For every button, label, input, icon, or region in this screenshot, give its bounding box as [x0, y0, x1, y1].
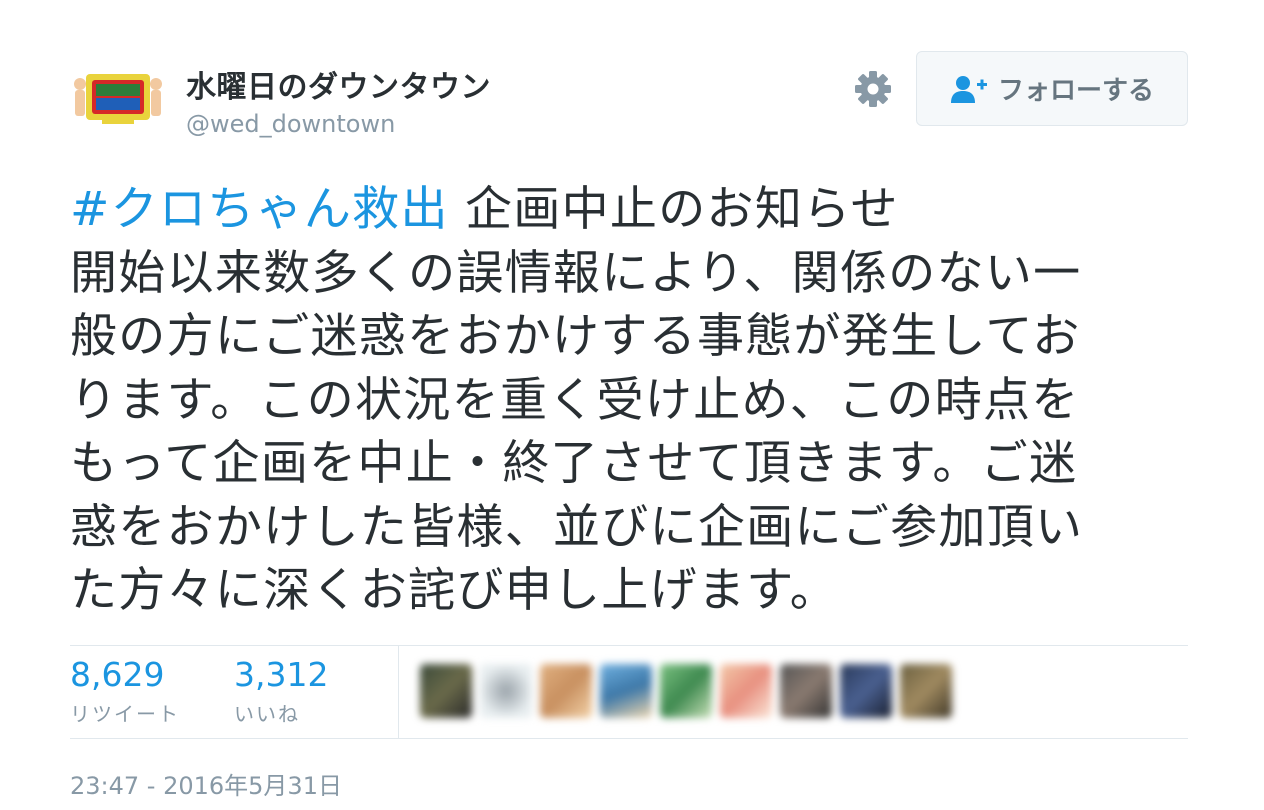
- tweet-line-6: 惑をおかけした皆様、並びに企画にご参加頂い: [70, 499, 1084, 555]
- stats-bottom-divider: [70, 738, 1188, 739]
- tweet-line-1-text: 企画中止のお知らせ: [448, 182, 899, 237]
- liker-avatar[interactable]: [720, 664, 772, 718]
- author-display-name[interactable]: 水曜日のダウンタウン: [186, 62, 491, 106]
- author-handle[interactable]: @wed_downtown: [186, 110, 395, 138]
- retweet-count: 8,629: [70, 655, 165, 694]
- tweet-line-7: た方々に深くお詫び申し上げます。: [70, 563, 839, 618]
- liker-avatar[interactable]: [840, 664, 892, 718]
- liker-avatar[interactable]: [660, 664, 712, 718]
- retweet-label: リツイート: [70, 702, 180, 726]
- gear-icon[interactable]: [852, 68, 894, 110]
- author-avatar[interactable]: [72, 66, 164, 128]
- add-user-icon: [950, 75, 987, 103]
- stats-top-divider: [70, 645, 1188, 646]
- like-stat[interactable]: 3,312 いいね: [234, 656, 328, 727]
- liker-avatar[interactable]: [600, 664, 652, 718]
- tweet-text: #クロちゃん救出 企画中止のお知らせ 開始以来数多くの誤情報により、関係のない一…: [70, 178, 1188, 623]
- follow-button-label: フォローする: [997, 76, 1154, 106]
- retweet-stat[interactable]: 8,629 リツイート: [70, 656, 180, 727]
- tweet-line-1: #クロちゃん救出 企画中止のお知らせ: [70, 178, 1188, 242]
- liker-avatar[interactable]: [900, 664, 952, 718]
- liker-avatar[interactable]: [420, 664, 472, 718]
- tweet-line-3: 般の方にご迷惑をおかけする事態が発生してお: [70, 309, 1081, 364]
- tweet-timestamp[interactable]: 23:47 - 2016年5月31日: [70, 766, 342, 801]
- stats-vertical-divider: [398, 645, 399, 739]
- like-count: 3,312: [234, 655, 329, 694]
- follow-button[interactable]: フォローする: [916, 51, 1188, 126]
- like-label: いいね: [234, 702, 300, 726]
- liker-avatar[interactable]: [540, 664, 592, 718]
- liker-avatar[interactable]: [480, 664, 532, 718]
- tweet-line-5: もって企画を中止・終了させて頂きます。ご迷: [70, 436, 1078, 491]
- tweet-line-2: 開始以来数多くの誤情報により、関係のない一: [70, 245, 1082, 301]
- hashtag-link[interactable]: #クロちゃん救出: [70, 182, 449, 237]
- liker-avatar[interactable]: [780, 664, 832, 718]
- tweet-line-4: ります。この状況を重く受け止め、この時点を: [70, 372, 1080, 428]
- likers-avatars: [420, 664, 952, 722]
